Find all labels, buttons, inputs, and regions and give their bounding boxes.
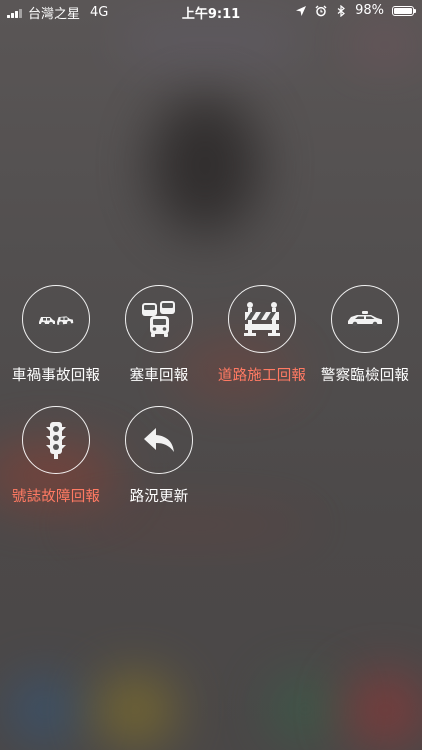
battery-level xyxy=(394,7,412,14)
report-road-work[interactable]: 道路施工回報 xyxy=(210,285,314,385)
report-label: 警察臨檢回報 xyxy=(320,368,410,384)
report-traffic-light[interactable]: 號誌故障回報 xyxy=(4,406,108,506)
background-blur xyxy=(150,95,260,235)
background-blur xyxy=(10,680,80,740)
battery-percent: 98% xyxy=(355,3,384,18)
report-road-work-button[interactable] xyxy=(228,285,296,353)
reply-arrow-icon xyxy=(144,428,174,452)
report-label: 號誌故障回報 xyxy=(11,489,101,505)
road-condition-update[interactable]: 路況更新 xyxy=(107,406,211,506)
background-blur xyxy=(95,675,175,745)
police-car-icon xyxy=(348,311,382,327)
road-barrier-icon xyxy=(244,302,280,336)
location-arrow-icon xyxy=(296,5,307,16)
background-blur xyxy=(120,24,300,58)
report-traffic-jam[interactable]: 塞車回報 xyxy=(107,285,211,385)
traffic-light-icon xyxy=(46,422,66,459)
report-car-accident[interactable]: 車禍事故回報 xyxy=(4,285,108,385)
report-label: 塞車回報 xyxy=(129,368,189,384)
report-police-check[interactable]: 警察臨檢回報 xyxy=(313,285,417,385)
background-blur xyxy=(345,675,422,745)
bluetooth-icon xyxy=(337,4,346,17)
report-label: 路況更新 xyxy=(129,489,189,505)
report-police-check-button[interactable] xyxy=(331,285,399,353)
report-traffic-light-button[interactable] xyxy=(22,406,90,474)
traffic-jam-icon xyxy=(142,301,175,337)
car-collision-icon xyxy=(39,316,74,326)
report-traffic-jam-button[interactable] xyxy=(125,285,193,353)
status-right: 98% xyxy=(295,3,416,18)
battery-icon xyxy=(392,5,416,16)
background-blur xyxy=(60,510,320,540)
road-condition-update-button[interactable] xyxy=(125,406,193,474)
report-label: 道路施工回報 xyxy=(217,368,307,384)
report-car-accident-button[interactable] xyxy=(22,285,90,353)
background-blur xyxy=(270,678,340,740)
background-blur xyxy=(350,30,420,60)
status-bar: 台灣之星 4G 上午9:11 98% xyxy=(0,0,422,22)
alarm-clock-icon xyxy=(315,5,327,16)
report-label: 車禍事故回報 xyxy=(11,368,101,384)
